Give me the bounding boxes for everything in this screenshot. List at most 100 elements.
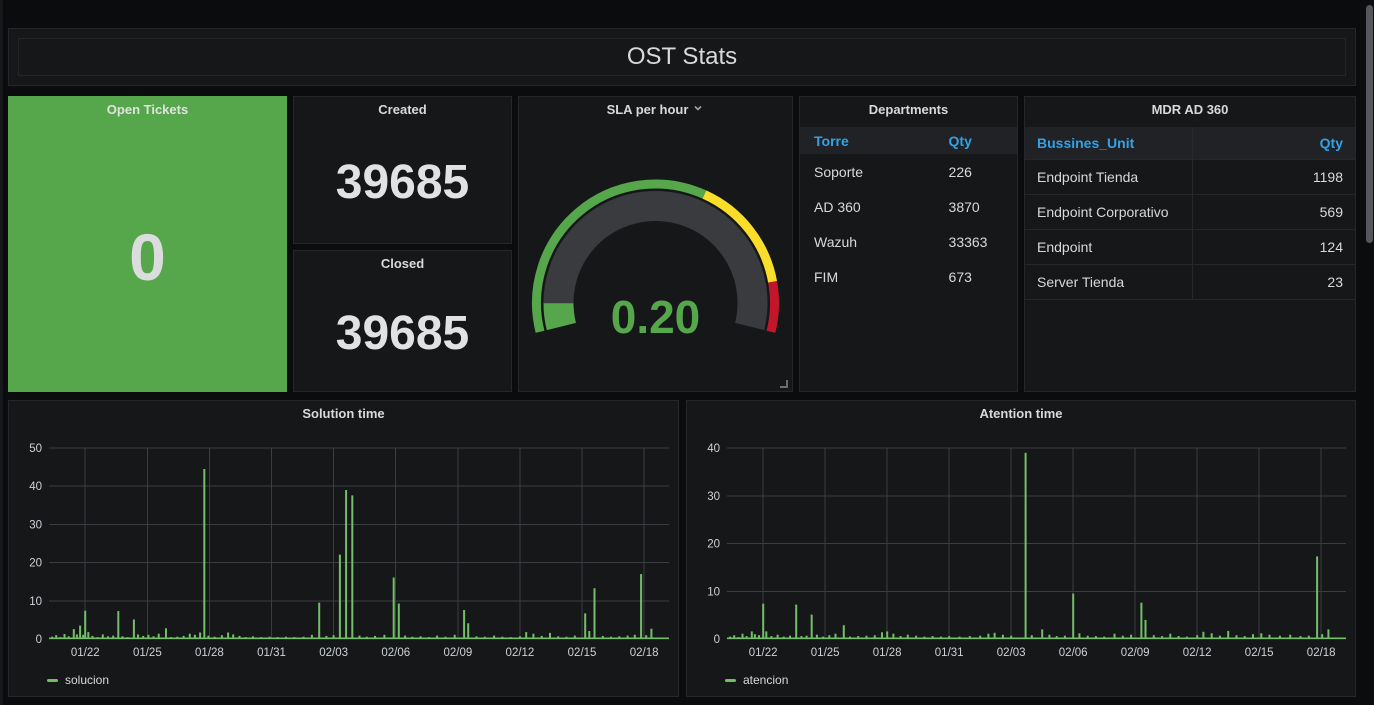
table-header-cell[interactable]: Torre bbox=[800, 127, 935, 154]
svg-text:01/25: 01/25 bbox=[133, 647, 162, 659]
legend-color-dash bbox=[47, 679, 58, 682]
panel-title-atention-time[interactable]: Atention time bbox=[687, 401, 1355, 427]
table-row: Endpoint Tienda1198 bbox=[1025, 160, 1355, 195]
legend-solucion[interactable]: solucion bbox=[47, 673, 109, 687]
panel-dashboard-title: OST Stats bbox=[8, 28, 1356, 86]
panel-departments: Departments TorreQtySoporte226AD 3603870… bbox=[799, 96, 1018, 392]
table-header-row: Bussines_UnitQty bbox=[1025, 127, 1355, 160]
table-row: Endpoint124 bbox=[1025, 230, 1355, 265]
svg-text:40: 40 bbox=[707, 443, 720, 455]
table-row: Soporte226 bbox=[800, 154, 1017, 189]
svg-text:01/22: 01/22 bbox=[71, 647, 100, 659]
grafana-dashboard: OST Stats Open Tickets 0 Created 39685 C… bbox=[0, 0, 1374, 705]
svg-text:30: 30 bbox=[29, 519, 42, 531]
svg-text:02/06: 02/06 bbox=[1059, 647, 1088, 659]
svg-text:02/18: 02/18 bbox=[1307, 647, 1336, 659]
svg-text:0.20: 0.20 bbox=[611, 291, 701, 343]
svg-text:02/12: 02/12 bbox=[506, 647, 535, 659]
svg-text:02/03: 02/03 bbox=[319, 647, 348, 659]
solution-time-chart: 0 10 20 30 40 50 01/22 01/25 01/28 01/31 02/03 02/0… bbox=[9, 427, 678, 673]
mdr-table: Bussines_UnitQtyEndpoint Tienda1198Endpo… bbox=[1025, 127, 1355, 300]
svg-text:50: 50 bbox=[29, 443, 42, 455]
panel-sla-per-hour: SLA per hour 0.20 bbox=[518, 96, 793, 392]
panel-open-tickets: Open Tickets 0 bbox=[8, 96, 287, 392]
svg-text:02/03: 02/03 bbox=[997, 647, 1026, 659]
table-cell: Endpoint Corporativo bbox=[1025, 195, 1192, 229]
svg-text:02/15: 02/15 bbox=[568, 647, 597, 659]
svg-text:02/18: 02/18 bbox=[630, 647, 659, 659]
svg-text:10: 10 bbox=[29, 596, 42, 608]
legend-label[interactable]: solucion bbox=[65, 673, 109, 687]
atention-time-chart: 0 10 20 30 40 01/22 01/25 01/28 01/31 02/03 02/06 0… bbox=[687, 427, 1355, 673]
panel-title-solution-time[interactable]: Solution time bbox=[9, 401, 678, 427]
svg-text:02/09: 02/09 bbox=[443, 647, 472, 659]
svg-text:20: 20 bbox=[29, 558, 42, 570]
panel-resize-handle[interactable] bbox=[780, 380, 788, 388]
panel-title-closed[interactable]: Closed bbox=[294, 251, 511, 277]
chevron-down-icon[interactable] bbox=[692, 97, 704, 123]
svg-text:0: 0 bbox=[36, 634, 42, 646]
panel-title-mdr[interactable]: MDR AD 360 bbox=[1025, 97, 1355, 123]
table-row: Wazuh33363 bbox=[800, 224, 1017, 259]
left-edge-strip bbox=[0, 0, 3, 705]
svg-text:02/12: 02/12 bbox=[1183, 647, 1212, 659]
svg-text:01/25: 01/25 bbox=[811, 647, 840, 659]
table-cell: FIM bbox=[800, 259, 935, 294]
panel-title-sla[interactable]: SLA per hour bbox=[519, 97, 792, 123]
open-tickets-value: 0 bbox=[129, 224, 166, 290]
panel-closed: Closed 39685 bbox=[293, 250, 512, 392]
legend-atencion[interactable]: atencion bbox=[725, 673, 788, 687]
sla-gauge: 0.20 bbox=[519, 123, 792, 391]
sla-title-text: SLA per hour bbox=[607, 102, 689, 117]
svg-text:01/28: 01/28 bbox=[195, 647, 224, 659]
panel-solution-time: Solution time 0 10 20 30 40 50 01/22 01/25 01/28… bbox=[8, 400, 679, 697]
svg-text:30: 30 bbox=[707, 491, 720, 503]
svg-text:40: 40 bbox=[29, 481, 42, 493]
table-row: FIM673 bbox=[800, 259, 1017, 294]
table-cell: Soporte bbox=[800, 154, 935, 189]
table-cell: 23 bbox=[1192, 265, 1355, 299]
table-cell: 3870 bbox=[935, 189, 1017, 224]
table-cell: 124 bbox=[1192, 230, 1355, 264]
table-cell: AD 360 bbox=[800, 189, 935, 224]
legend-label[interactable]: atencion bbox=[743, 673, 788, 687]
legend-color-dash bbox=[725, 679, 736, 682]
panel-title-created[interactable]: Created bbox=[294, 97, 511, 123]
table-row: AD 3603870 bbox=[800, 189, 1017, 224]
table-header-cell[interactable]: Qty bbox=[935, 127, 1017, 154]
table-header-cell[interactable]: Bussines_Unit bbox=[1025, 127, 1192, 159]
panel-title-departments[interactable]: Departments bbox=[800, 97, 1017, 123]
svg-text:20: 20 bbox=[707, 539, 720, 551]
svg-text:01/31: 01/31 bbox=[257, 647, 286, 659]
svg-text:10: 10 bbox=[707, 586, 720, 598]
svg-text:02/09: 02/09 bbox=[1121, 647, 1150, 659]
table-header-row: TorreQty bbox=[800, 127, 1017, 154]
panel-created: Created 39685 bbox=[293, 96, 512, 244]
departments-table: TorreQtySoporte226AD 3603870Wazuh33363FI… bbox=[800, 127, 1017, 294]
table-cell: Endpoint Tienda bbox=[1025, 160, 1192, 194]
panel-title-open-tickets[interactable]: Open Tickets bbox=[9, 97, 286, 123]
table-cell: 673 bbox=[935, 259, 1017, 294]
table-row: Server Tienda23 bbox=[1025, 265, 1355, 300]
table-cell: 1198 bbox=[1192, 160, 1355, 194]
table-cell: Wazuh bbox=[800, 224, 935, 259]
svg-text:0: 0 bbox=[714, 634, 720, 646]
svg-text:01/28: 01/28 bbox=[873, 647, 902, 659]
dashboard-title: OST Stats bbox=[627, 43, 737, 71]
table-header-cell[interactable]: Qty bbox=[1192, 127, 1355, 159]
table-row: Endpoint Corporativo569 bbox=[1025, 195, 1355, 230]
table-cell: Server Tienda bbox=[1025, 265, 1192, 299]
svg-text:02/06: 02/06 bbox=[381, 647, 410, 659]
vertical-scrollbar-thumb[interactable] bbox=[1366, 5, 1373, 243]
svg-text:01/22: 01/22 bbox=[749, 647, 778, 659]
table-cell: Endpoint bbox=[1025, 230, 1192, 264]
panel-mdr-ad-360: MDR AD 360 Bussines_UnitQtyEndpoint Tien… bbox=[1024, 96, 1356, 392]
closed-value: 39685 bbox=[336, 310, 469, 358]
panel-atention-time: Atention time 0 10 20 30 40 01/22 01/25 01/28 01… bbox=[686, 400, 1356, 697]
table-cell: 33363 bbox=[935, 224, 1017, 259]
created-value: 39685 bbox=[336, 159, 469, 207]
table-cell: 569 bbox=[1192, 195, 1355, 229]
svg-text:02/15: 02/15 bbox=[1245, 647, 1274, 659]
table-cell: 226 bbox=[935, 154, 1017, 189]
svg-text:01/31: 01/31 bbox=[935, 647, 964, 659]
